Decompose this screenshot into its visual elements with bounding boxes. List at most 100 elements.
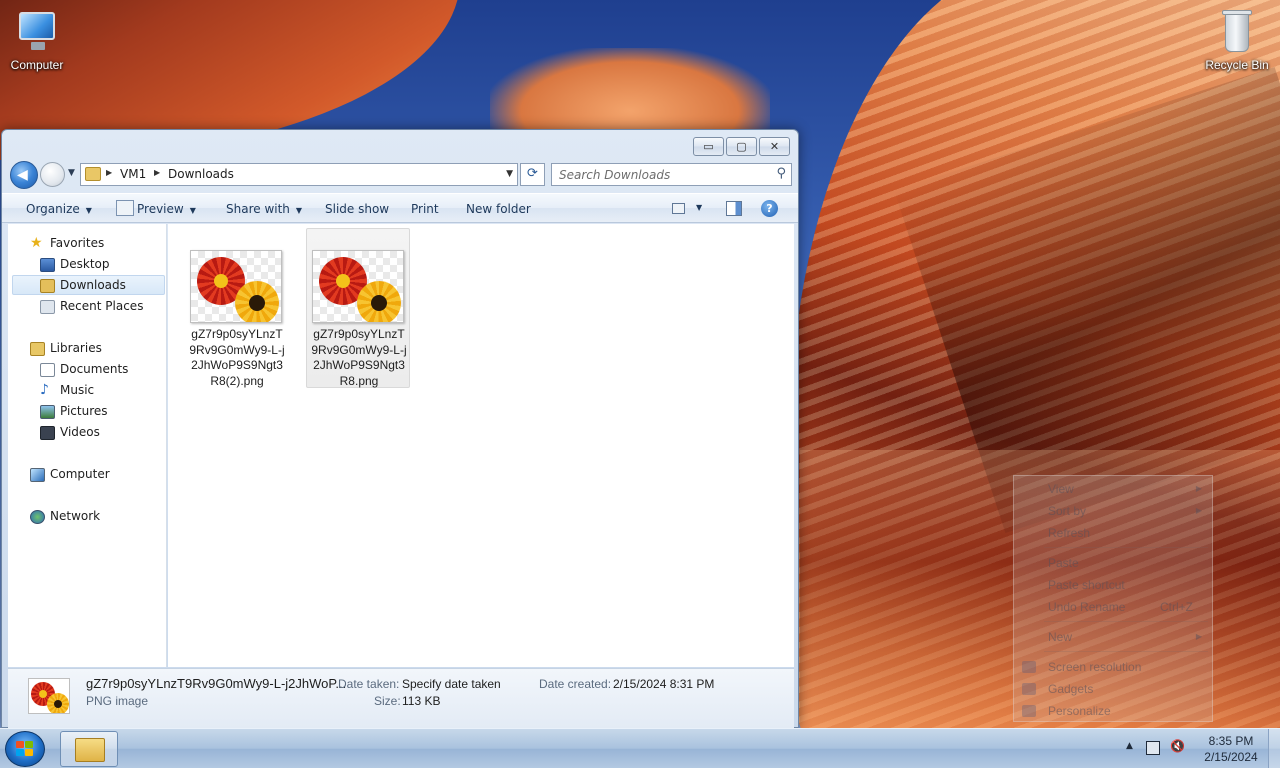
folder-icon (75, 738, 105, 762)
minimize-button[interactable]: ▭ (693, 137, 724, 156)
command-bar: Organize ▼ Preview ▼ Share with ▼ Slide sho… (2, 193, 798, 223)
slide-show-button[interactable]: Slide show (325, 202, 389, 216)
forward-button[interactable] (40, 162, 65, 187)
network-tray-icon[interactable] (1146, 741, 1160, 755)
ctx-personalize[interactable]: Personalize (1048, 704, 1111, 718)
nav-label: Favorites (50, 236, 105, 250)
details-size-label: Size: (374, 694, 401, 708)
nav-videos[interactable]: Videos (12, 423, 165, 443)
print-button[interactable]: Print (411, 202, 439, 216)
desktop-icon-recycle-bin[interactable]: Recycle Bin (1200, 8, 1274, 72)
details-date-taken-label: Date taken: (338, 677, 400, 691)
ctx-sort-by[interactable]: Sort by (1048, 504, 1086, 518)
nav-computer[interactable]: Computer (12, 465, 165, 485)
close-icon: ✕ (769, 140, 780, 153)
system-tray: ▲ 🔇 (1122, 739, 1202, 759)
nav-label: Pictures (60, 404, 108, 418)
nav-recent-places[interactable]: Recent Places (12, 297, 165, 317)
recycle-bin-icon (1213, 8, 1261, 54)
details-date-taken-value[interactable]: Specify date taken (402, 677, 501, 691)
ctx-new[interactable]: New (1048, 630, 1072, 644)
nav-label: Network (50, 509, 101, 523)
downloads-folder-icon (40, 279, 55, 293)
start-button[interactable] (5, 731, 45, 767)
breadcrumb-downloads[interactable]: Downloads (168, 167, 234, 181)
ctx-screen-resolution[interactable]: Screen resolution (1048, 660, 1141, 674)
taskbar: ▲ 🔇 8:35 PM 2/15/2024 (0, 728, 1280, 768)
folder-icon (85, 167, 101, 181)
ctx-view[interactable]: View (1048, 482, 1074, 496)
breadcrumb-vm1[interactable]: VM1 (120, 167, 146, 181)
address-row: ◀ ▼ ▶ VM1 ▶ Downloads ▼ ⟳ Search Downloa… (10, 161, 792, 189)
organize-button[interactable]: Organize ▼ (26, 202, 92, 216)
new-folder-button[interactable]: New folder (466, 202, 531, 216)
nav-network[interactable]: Network (12, 507, 165, 527)
clock-time: 8:35 PM (1208, 734, 1254, 748)
search-input[interactable]: Search Downloads ⚲ (551, 163, 792, 186)
ctx-separator (1044, 547, 1208, 548)
details-size-value: 113 KB (402, 694, 441, 708)
file-item[interactable]: gZ7r9p0syYLnzT9Rv9G0mWy9-L-j2JhWoP9S9Ngt… (184, 228, 288, 388)
refresh-button[interactable]: ⟳ (520, 163, 545, 186)
chevron-right-icon: ▶ (106, 168, 113, 177)
chevron-down-icon: ▼ (295, 206, 303, 215)
share-with-button[interactable]: Share with ▼ (226, 202, 302, 216)
background-rock-mid (490, 48, 770, 138)
nav-label: Music (60, 383, 95, 397)
address-bar[interactable]: ▶ VM1 ▶ Downloads ▼ (80, 163, 518, 186)
file-name: gZ7r9p0syYLnzT9Rv9G0mWy9-L-j2JhWoP9S9Ngt… (189, 327, 285, 388)
change-view-icon[interactable] (672, 203, 685, 214)
computer-icon (30, 468, 45, 482)
search-icon: ⚲ (776, 166, 786, 181)
ctx-paste[interactable]: Paste (1048, 556, 1079, 570)
chevron-up-icon[interactable]: ▲ (1126, 741, 1133, 751)
volume-muted-icon[interactable]: 🔇 (1170, 739, 1185, 753)
ctx-separator (1044, 651, 1208, 652)
arrow-left-icon: ◀ (17, 167, 28, 183)
network-icon (30, 510, 45, 524)
share-with-label: Share with (226, 202, 290, 216)
recent-pages-dropdown[interactable]: ▼ (68, 168, 75, 178)
nav-desktop[interactable]: Desktop (12, 255, 165, 275)
ctx-undo-rename[interactable]: Undo Rename (1048, 600, 1125, 614)
ctx-refresh[interactable]: Refresh (1048, 526, 1090, 540)
taskbar-explorer-button[interactable] (60, 731, 118, 767)
maximize-button[interactable]: ▢ (726, 137, 757, 156)
desktop-context-menu: View ▶ Sort by ▶ Refresh Paste Paste sho… (1013, 475, 1213, 722)
clock-date: 2/15/2024 (1204, 750, 1258, 764)
file-list[interactable]: gZ7r9p0syYLnzT9Rv9G0mWy9-L-j2JhWoP9S9Ngt… (168, 224, 794, 667)
ctx-gadgets[interactable]: Gadgets (1048, 682, 1093, 696)
videos-icon (40, 426, 55, 440)
ctx-separator (1044, 621, 1208, 622)
computer-icon (13, 8, 61, 54)
image-thumbnail (190, 250, 282, 323)
help-icon[interactable]: ? (761, 200, 778, 217)
clock[interactable]: 8:35 PM 2/15/2024 (1196, 733, 1266, 765)
show-desktop-button[interactable] (1268, 729, 1280, 768)
nav-documents[interactable]: Documents (12, 360, 165, 380)
ctx-undo-shortcut: Ctrl+Z (1160, 600, 1193, 614)
nav-downloads[interactable]: Downloads (12, 275, 165, 295)
personalize-icon (1022, 705, 1036, 717)
chevron-down-icon[interactable]: ▼ (506, 169, 513, 179)
nav-music[interactable]: ♪ Music (12, 381, 165, 401)
desktop-icon-label: Recycle Bin (1205, 58, 1269, 72)
file-name: gZ7r9p0syYLnzT9Rv9G0mWy9-L-j2JhWoP9S9Ngt… (311, 327, 407, 388)
libraries-icon (30, 342, 45, 356)
details-thumbnail (28, 678, 70, 714)
ctx-paste-shortcut[interactable]: Paste shortcut (1048, 578, 1125, 592)
desktop-icon-label: Computer (10, 58, 64, 72)
nav-label: Downloads (60, 278, 126, 292)
nav-libraries[interactable]: Libraries (12, 339, 165, 359)
desktop-icon-computer[interactable]: Computer (0, 8, 74, 72)
close-button[interactable]: ✕ (759, 137, 790, 156)
nav-pictures[interactable]: Pictures (12, 402, 165, 422)
details-date-created-label: Date created: (539, 677, 612, 691)
back-button[interactable]: ◀ (10, 161, 38, 189)
file-item[interactable]: gZ7r9p0syYLnzT9Rv9G0mWy9-L-j2JhWoP9S9Ngt… (306, 228, 410, 388)
preview-button[interactable]: Preview ▼ (137, 202, 196, 216)
preview-pane-icon[interactable] (726, 201, 742, 216)
nav-favorites[interactable]: ★ Favorites (12, 234, 165, 254)
music-note-icon: ♪ (40, 382, 49, 398)
chevron-down-icon[interactable]: ▼ (696, 203, 702, 212)
